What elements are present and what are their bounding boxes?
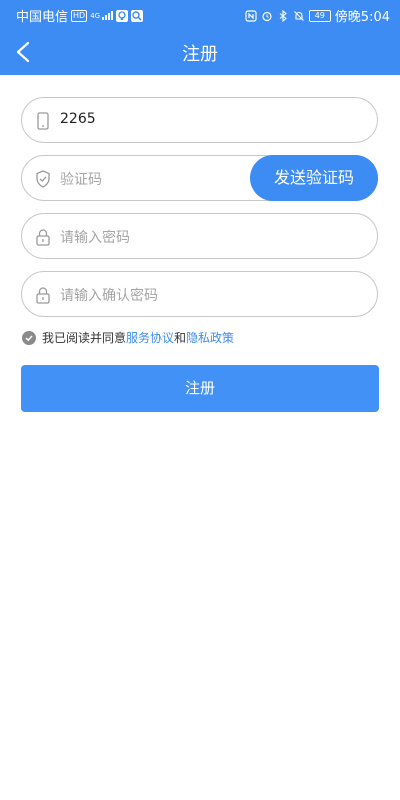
agreement-prefix: 我已阅读并同意 bbox=[42, 331, 127, 345]
phone-value: 2265 bbox=[60, 111, 96, 127]
verification-code-field[interactable]: 验证码 发送验证码 bbox=[21, 155, 378, 201]
lock-icon bbox=[36, 287, 50, 304]
page-title: 注册 bbox=[182, 44, 218, 65]
shield-icon bbox=[36, 170, 50, 188]
send-code-button[interactable]: 发送验证码 bbox=[250, 155, 378, 201]
status-time: 傍晚5:04 bbox=[334, 10, 390, 25]
password-placeholder: 请输入密码 bbox=[60, 230, 130, 246]
agreement-row: 我已阅读并同意 服务协议 和 隐私政策 bbox=[22, 329, 234, 346]
password-field[interactable]: 请输入密码 bbox=[21, 213, 378, 259]
alarm-icon bbox=[262, 11, 272, 21]
phone-icon bbox=[37, 112, 49, 130]
network-type: 4G bbox=[90, 12, 101, 20]
status-bar: 中国电信 HD 4G 49 傍晚5:04 bbox=[0, 0, 400, 28]
hd-icon: HD bbox=[71, 9, 88, 22]
register-button[interactable]: 注册 bbox=[21, 365, 379, 412]
lock-icon bbox=[36, 229, 50, 246]
agreement-checkbox[interactable] bbox=[22, 330, 36, 345]
confirm-password-placeholder: 请输入确认密码 bbox=[60, 288, 158, 304]
confirm-password-field[interactable]: 请输入确认密码 bbox=[21, 271, 378, 317]
phone-field[interactable]: 2265 bbox=[21, 97, 378, 143]
agreement-and: 和 bbox=[174, 331, 187, 345]
check-icon bbox=[25, 334, 33, 341]
battery-icon: 49 bbox=[308, 9, 331, 22]
code-placeholder: 验证码 bbox=[60, 172, 102, 188]
search-app-icon bbox=[131, 9, 144, 22]
nfc-icon bbox=[245, 9, 257, 22]
bluetooth-icon bbox=[279, 9, 287, 22]
privacy-policy-link[interactable]: 隐私政策 bbox=[186, 329, 234, 346]
service-agreement-link[interactable]: 服务协议 bbox=[126, 329, 174, 346]
signal-icon: 4G bbox=[90, 11, 114, 20]
app-header: 中国电信 HD 4G 49 傍晚5:04 注册 bbox=[0, 0, 400, 75]
mute-icon bbox=[293, 10, 304, 21]
bulb-app-icon bbox=[116, 9, 129, 22]
carrier-name: 中国电信 bbox=[16, 10, 69, 25]
